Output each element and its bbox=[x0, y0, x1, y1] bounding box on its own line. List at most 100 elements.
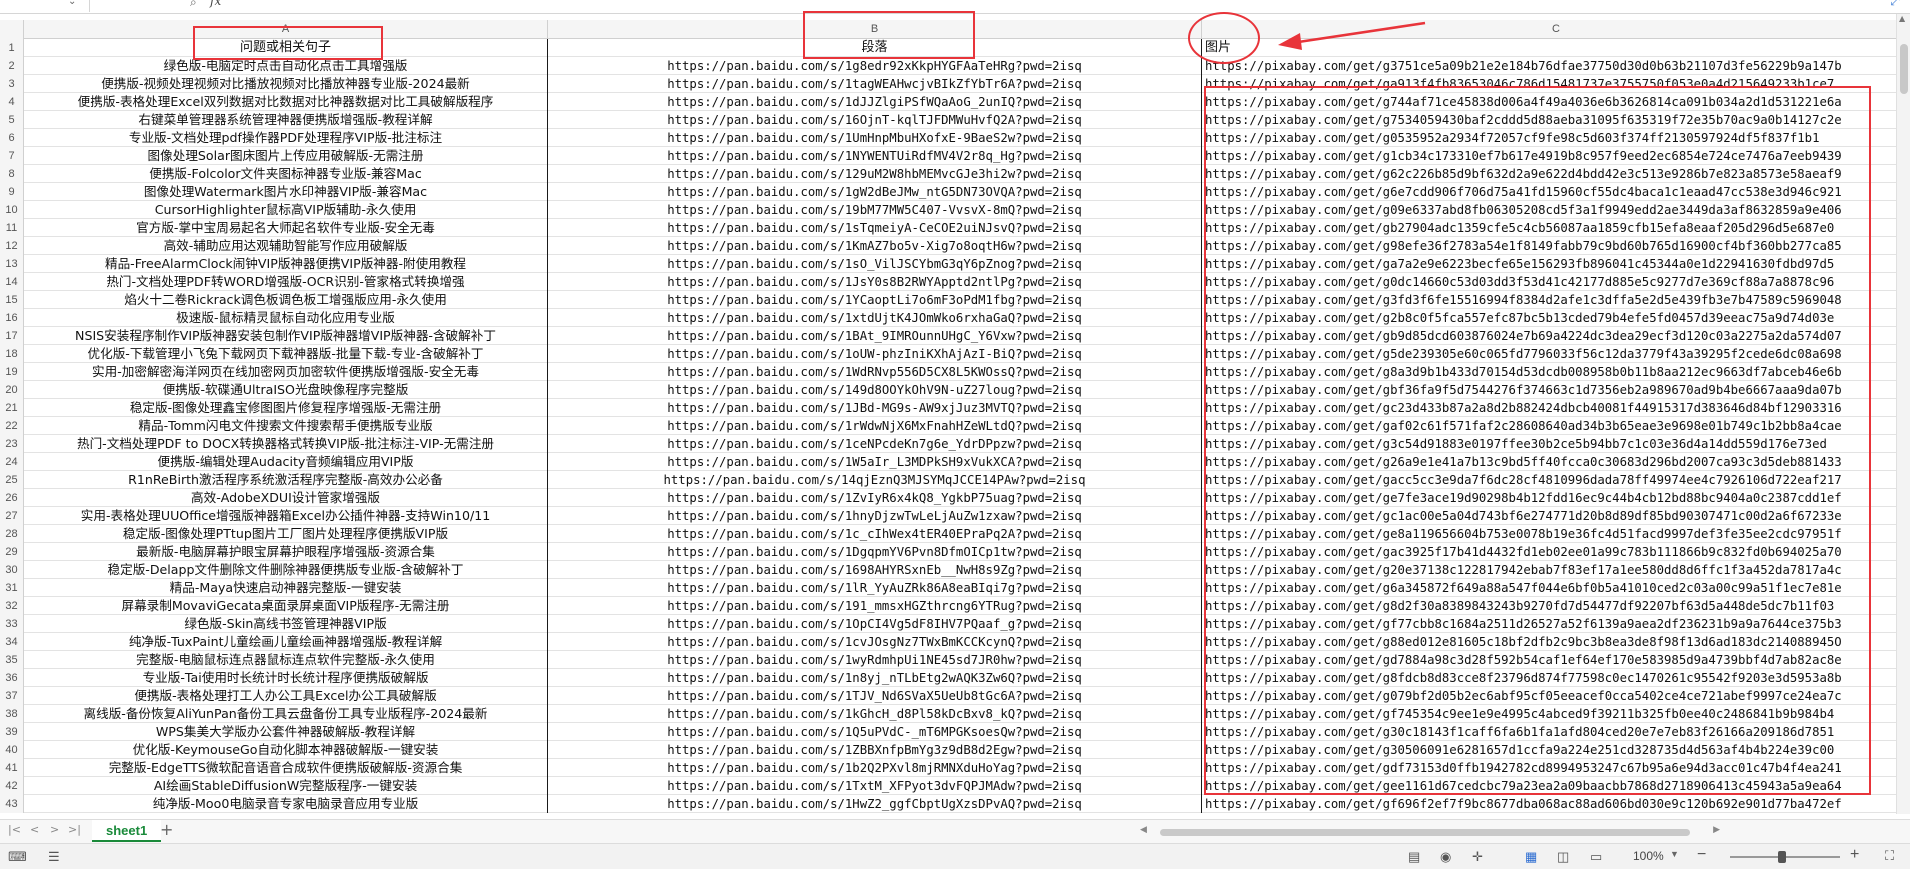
cell-b[interactable]: https://pan.baidu.com/s/1TJV_Nd6SVaX5UeU… bbox=[548, 687, 1202, 705]
row-number[interactable]: 22 bbox=[0, 417, 24, 435]
cell-b[interactable]: https://pan.baidu.com/s/149d8OOYkOhV9N-u… bbox=[548, 381, 1202, 399]
last-sheet-button[interactable]: >| bbox=[68, 823, 81, 836]
row-number[interactable]: 32 bbox=[0, 597, 24, 615]
cell-c[interactable]: https://pixabay.com/get/g6a345872f649a88… bbox=[1202, 579, 1910, 597]
cell-c[interactable]: https://pixabay.com/get/gee1161d67cedcbc… bbox=[1202, 777, 1910, 795]
cell-b[interactable]: https://pan.baidu.com/s/1DgqpmYV6Pvn8Dfm… bbox=[548, 543, 1202, 561]
cell-b[interactable]: https://pan.baidu.com/s/1lR_YyAuZRk86A8e… bbox=[548, 579, 1202, 597]
cell-c[interactable]: https://pixabay.com/get/gbf36fa9f5d75442… bbox=[1202, 381, 1910, 399]
cell-a[interactable]: 精品-Tomm闪电文件搜索文件搜索帮手便携版专业版 bbox=[24, 417, 548, 435]
cell-c[interactable]: https://pixabay.com/get/g8a3d9b1b433d701… bbox=[1202, 363, 1910, 381]
cell-a[interactable]: 精品-Maya快速启动神器完整版-一键安装 bbox=[24, 579, 548, 597]
cell-b[interactable]: https://pan.baidu.com/s/1W5aIr_L3MDPkSH9… bbox=[548, 453, 1202, 471]
row-number[interactable]: 6 bbox=[0, 129, 24, 147]
cell-c[interactable]: https://pixabay.com/get/gac3925f17b41d44… bbox=[1202, 543, 1910, 561]
cell-a[interactable]: 专业版-文档处理pdf操作器PDF处理程序VIP版-批注标注 bbox=[24, 129, 548, 147]
cell-c[interactable]: https://pixabay.com/get/gdf73153d0ffb194… bbox=[1202, 759, 1910, 777]
cell-c[interactable]: https://pixabay.com/get/g6e7cdd906f706d7… bbox=[1202, 183, 1910, 201]
cell-a[interactable]: 便携版-软碟通UltraISO光盘映像程序完整版 bbox=[24, 381, 548, 399]
row-number[interactable]: 38 bbox=[0, 705, 24, 723]
cell-a[interactable]: 便携版-Folcolor文件夹图标神器专业版-兼容Mac bbox=[24, 165, 548, 183]
cell-b[interactable]: https://pan.baidu.com/s/1c_cIhWex4tER40E… bbox=[548, 525, 1202, 543]
row-number[interactable]: 11 bbox=[0, 219, 24, 237]
cell-b[interactable]: https://pan.baidu.com/s/1Q5uPVdC-_mT6MPG… bbox=[548, 723, 1202, 741]
cell-b[interactable]: https://pan.baidu.com/s/1JsY0s8B2RWYAppt… bbox=[548, 273, 1202, 291]
cell-c[interactable]: https://pixabay.com/get/gb27904adc1359cf… bbox=[1202, 219, 1910, 237]
eye-protect-icon[interactable]: ◉ bbox=[1440, 849, 1451, 865]
row-number[interactable]: 19 bbox=[0, 363, 24, 381]
chevron-down-icon[interactable]: ⌄ bbox=[68, 0, 76, 7]
row-number[interactable]: 21 bbox=[0, 399, 24, 417]
cell-b[interactable]: https://pan.baidu.com/s/19bM77MW5C407-Vv… bbox=[548, 201, 1202, 219]
cell-a[interactable]: 焰火十二卷Rickrack调色板调色板工增强版应用-永久使用 bbox=[24, 291, 548, 309]
cell-c[interactable]: https://pixabay.com/get/g3751ce5a09b21e2… bbox=[1202, 57, 1910, 75]
cell-a[interactable]: 优化版-下载管理小飞兔下载网页下载神器版-批量下载-专业-含破解补丁 bbox=[24, 345, 548, 363]
cell-b[interactable]: https://pan.baidu.com/s/1NYWENTUiRdfMV4V… bbox=[548, 147, 1202, 165]
row-number[interactable]: 35 bbox=[0, 651, 24, 669]
sheet-grid[interactable]: A B C 1 问题或相关句子 段落 图片 2 绿色版-电脑定时点击自动化点击工具… bbox=[0, 14, 1910, 814]
cell-c[interactable]: https://pixabay.com/get/ga913f4fb8365304… bbox=[1202, 75, 1910, 93]
cell-a[interactable]: 高效-AdobeXDUI设计管家增强版 bbox=[24, 489, 548, 507]
fullscreen-icon[interactable]: ⛶ bbox=[1885, 848, 1894, 864]
cell-a[interactable]: 便携版-表格处理Excel双列数据对比数据对比神器数据对比工具破解版程序 bbox=[24, 93, 548, 111]
row-number[interactable]: 14 bbox=[0, 273, 24, 291]
cell-c1[interactable]: 图片 bbox=[1202, 39, 1910, 57]
scroll-up-icon[interactable]: ▲ bbox=[1899, 14, 1905, 23]
cell-a[interactable]: 最新版-电脑屏幕护眼宝屏幕护眼程序增强版-资源合集 bbox=[24, 543, 548, 561]
cell-b[interactable]: https://pan.baidu.com/s/191_mmsxHGZthrcn… bbox=[548, 597, 1202, 615]
cell-c[interactable]: https://pixabay.com/get/g62c226b85d9bf63… bbox=[1202, 165, 1910, 183]
cell-b[interactable]: https://pan.baidu.com/s/1UmHnpMbuHXofxE-… bbox=[548, 129, 1202, 147]
vertical-scrollbar[interactable]: ▲ bbox=[1896, 14, 1910, 814]
row-number[interactable]: 37 bbox=[0, 687, 24, 705]
cell-c[interactable]: https://pixabay.com/get/ga7a2e9e6223becf… bbox=[1202, 255, 1910, 273]
row-number[interactable]: 28 bbox=[0, 525, 24, 543]
row-number[interactable]: 33 bbox=[0, 615, 24, 633]
cell-b[interactable]: https://pan.baidu.com/s/1ceNPcdeKn7g6e_Y… bbox=[548, 435, 1202, 453]
cell-a[interactable]: 极速版-鼠标精灵鼠标自动化应用专业版 bbox=[24, 309, 548, 327]
column-header-b[interactable]: B bbox=[548, 20, 1202, 39]
row-number[interactable]: 9 bbox=[0, 183, 24, 201]
row-number[interactable]: 43 bbox=[0, 795, 24, 813]
cell-a[interactable]: 纯净版-Moo0电脑录音专家电脑录音应用专业版 bbox=[24, 795, 548, 813]
cell-c[interactable]: https://pixabay.com/get/gc1ac00e5a04d743… bbox=[1202, 507, 1910, 525]
cell-a[interactable]: R1nReBirth激活程序系统激活程序完整版-高效办公必备 bbox=[24, 471, 548, 489]
cell-mode-icon[interactable]: ⌨ bbox=[8, 849, 27, 865]
cell-b[interactable]: https://pan.baidu.com/s/1oUW-phzIniKXhAj… bbox=[548, 345, 1202, 363]
cell-c[interactable]: https://pixabay.com/get/g20e37138c122817… bbox=[1202, 561, 1910, 579]
cell-b[interactable]: https://pan.baidu.com/s/16OjnT-kqlTJFDMW… bbox=[548, 111, 1202, 129]
crosshair-icon[interactable]: ✛ bbox=[1472, 849, 1483, 865]
row-number[interactable]: 26 bbox=[0, 489, 24, 507]
row-number[interactable]: 31 bbox=[0, 579, 24, 597]
cell-b[interactable]: https://pan.baidu.com/s/1g8edr92xKkpHYGF… bbox=[548, 57, 1202, 75]
next-sheet-button[interactable]: > bbox=[50, 823, 59, 836]
row-number[interactable]: 1 bbox=[0, 39, 24, 57]
row-number[interactable]: 24 bbox=[0, 453, 24, 471]
cell-b1[interactable]: 段落 bbox=[548, 39, 1202, 57]
cell-b[interactable]: https://pan.baidu.com/s/1BAt_9IMROunnUHg… bbox=[548, 327, 1202, 345]
column-header-a[interactable]: A bbox=[24, 20, 548, 39]
cell-c[interactable]: https://pixabay.com/get/g98efe36f2783a54… bbox=[1202, 237, 1910, 255]
page-layout-icon[interactable]: ◫ bbox=[1557, 849, 1569, 865]
cell-b[interactable]: https://pan.baidu.com/s/1dJJZlgiPSfWQaAo… bbox=[548, 93, 1202, 111]
expand-formula-icon[interactable]: ⤢ bbox=[1890, 0, 1900, 9]
row-number[interactable]: 7 bbox=[0, 147, 24, 165]
cell-a[interactable]: CursorHighlighter鼠标高VIP版辅助-永久使用 bbox=[24, 201, 548, 219]
cell-a[interactable]: 官方版-掌中宝周易起名大师起名软件专业版-安全无毒 bbox=[24, 219, 548, 237]
cell-a[interactable]: 优化版-KeymouseGo自动化脚本神器破解版-一键安装 bbox=[24, 741, 548, 759]
cell-a[interactable]: 实用-加密解密海洋网页在线加密网页加密软件便携版增强版-安全无毒 bbox=[24, 363, 548, 381]
select-all-corner[interactable] bbox=[0, 20, 24, 39]
sheet-list-icon[interactable]: ☰ bbox=[48, 849, 60, 865]
cell-b[interactable]: https://pan.baidu.com/s/1OpCI4Vg5dF8IHV7… bbox=[548, 615, 1202, 633]
row-number[interactable]: 40 bbox=[0, 741, 24, 759]
cell-a[interactable]: 稳定版-图像处理鑫宝修图图片修复程序增强版-无需注册 bbox=[24, 399, 548, 417]
cell-a[interactable]: 热门-文档处理PDF转WORD增强版-OCR识别-管家格式转换增强 bbox=[24, 273, 548, 291]
cell-a[interactable]: 实用-表格处理UUOffice增强版神器箱Excel办公插件神器-支持Win10… bbox=[24, 507, 548, 525]
row-number[interactable]: 30 bbox=[0, 561, 24, 579]
cell-c[interactable]: https://pixabay.com/get/gf696f2ef7f9bc86… bbox=[1202, 795, 1910, 813]
cell-b[interactable]: https://pan.baidu.com/s/1ZvIyR6x4kQ8_Ygk… bbox=[548, 489, 1202, 507]
horizontal-scroll-thumb[interactable] bbox=[1160, 829, 1690, 836]
search-icon[interactable]: ⌕ bbox=[190, 0, 197, 10]
cell-a[interactable]: AI绘画StableDiffusionW完整版程序-一键安装 bbox=[24, 777, 548, 795]
cell-c[interactable]: https://pixabay.com/get/g88ed012e81605c1… bbox=[1202, 633, 1910, 651]
cell-c[interactable]: https://pixabay.com/get/g8fdcb8d83cce8f2… bbox=[1202, 669, 1910, 687]
